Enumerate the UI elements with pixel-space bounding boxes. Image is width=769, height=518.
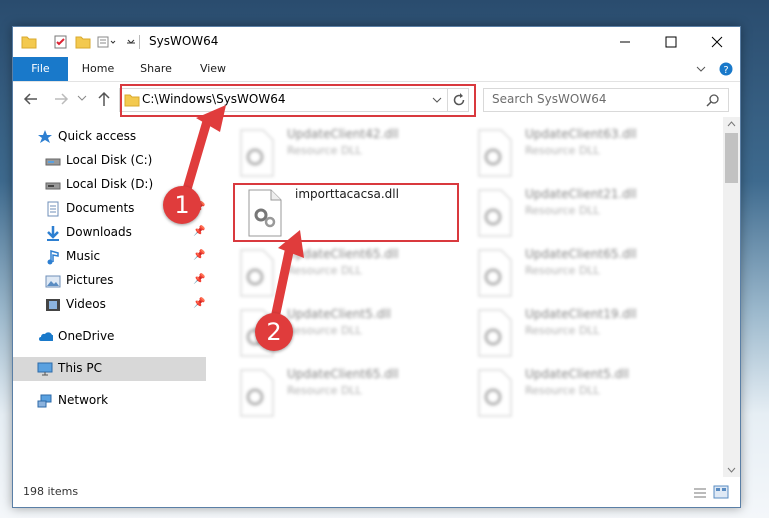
arrow-to-file	[270, 242, 295, 323]
step-one-badge: 1	[163, 186, 201, 224]
step-two-badge: 2	[255, 313, 293, 351]
annotation-arrows	[180, 105, 304, 323]
arrow-to-address-bar	[180, 113, 213, 201]
